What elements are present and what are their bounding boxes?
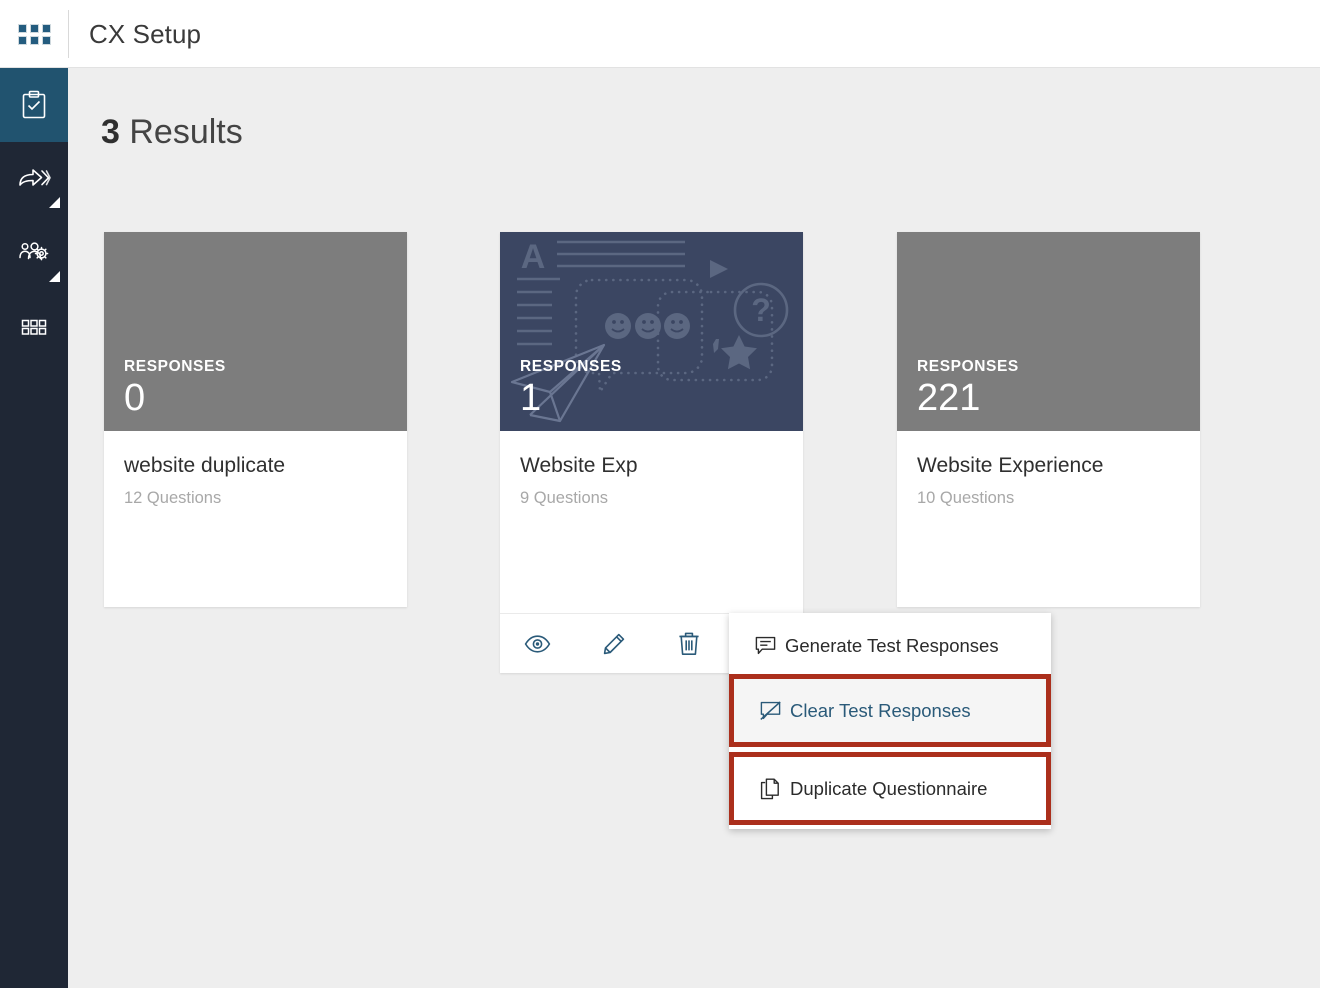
comment-slash-icon: [760, 700, 790, 721]
submenu-indicator-icon: [49, 271, 60, 282]
share-arrow-icon: [17, 166, 51, 192]
sidebar-item-distribution[interactable]: [0, 142, 68, 216]
svg-text:A: A: [521, 238, 546, 276]
card-body: Website Experience 10 Questions: [897, 431, 1200, 508]
submenu-indicator-icon: [49, 197, 60, 208]
clipboard-check-icon: [19, 89, 49, 121]
card-banner-text: RESPONSES 221: [917, 358, 1019, 419]
preview-button[interactable]: [500, 614, 576, 674]
card-banner-text: RESPONSES 0: [124, 358, 226, 419]
card-title: Website Exp: [520, 454, 638, 477]
card-banner: A ? RESPONSES 1: [500, 232, 803, 431]
card-question-count: 9 Questions: [520, 489, 609, 508]
responses-label: RESPONSES: [917, 357, 1019, 375]
card-body: website duplicate 12 Questions: [104, 431, 407, 508]
more-options-menu: Generate Test Responses Clear Test Respo…: [729, 613, 1051, 829]
modules-grid-icon: [19, 316, 49, 338]
trash-icon: [678, 631, 700, 656]
user-settings-icon: [18, 240, 50, 266]
comment-lines-icon: [755, 636, 785, 656]
topbar-bottom-border: [0, 67, 1320, 68]
edit-button[interactable]: [576, 614, 652, 674]
left-navigation: [0, 68, 68, 988]
menu-item-label: Generate Test Responses: [785, 635, 999, 656]
grid-cell: [41, 35, 51, 45]
sidebar-item-modules[interactable]: [0, 290, 68, 364]
card-title: website duplicate: [124, 454, 286, 477]
responses-count: 221: [917, 376, 981, 419]
card-body: Website Exp 9 Questions: [500, 431, 803, 508]
menu-item-label: Clear Test Responses: [790, 699, 971, 721]
card-banner-text: RESPONSES 1: [520, 358, 622, 419]
page-title: CX Setup: [89, 18, 202, 49]
card-banner: RESPONSES 221: [897, 232, 1200, 431]
menu-item-label: Duplicate Questionnaire: [790, 777, 988, 799]
eye-icon: [524, 634, 551, 654]
sidebar-item-administration[interactable]: [0, 216, 68, 290]
apps-launcher-button[interactable]: [0, 0, 68, 68]
card-question-count: 12 Questions: [124, 489, 222, 508]
card-question-count: 10 Questions: [917, 489, 1015, 508]
grid-cell: [41, 23, 51, 33]
main-content: 3 Results RESPONSES 0 website duplicate …: [68, 68, 1320, 988]
questionnaire-card[interactable]: A ? RESPONSES 1 Website Exp 9 Questions: [500, 232, 803, 673]
questionnaire-card[interactable]: RESPONSES 0 website duplicate 12 Questio…: [104, 232, 407, 607]
responses-label: RESPONSES: [520, 357, 622, 375]
pencil-icon: [602, 632, 626, 656]
results-heading: 3 Results: [101, 113, 243, 152]
top-bar: CX Setup: [0, 0, 1320, 68]
responses-count: 0: [124, 376, 146, 419]
delete-button[interactable]: [652, 614, 728, 674]
responses-count: 1: [520, 376, 542, 419]
grid-cell: [17, 35, 27, 45]
results-label: Results: [129, 113, 243, 151]
copy-pages-icon: [760, 778, 790, 800]
sidebar-item-questionnaires[interactable]: [0, 68, 68, 142]
card-banner: RESPONSES 0: [104, 232, 407, 431]
apps-grid-icon: [17, 23, 51, 45]
questionnaire-card[interactable]: RESPONSES 221 Website Experience 10 Ques…: [897, 232, 1200, 607]
svg-text:?: ?: [751, 292, 771, 328]
card-title: Website Experience: [917, 454, 1104, 477]
menu-item-duplicate-questionnaire[interactable]: Duplicate Questionnaire: [729, 752, 1051, 825]
grid-cell: [17, 23, 27, 33]
grid-cell: [29, 23, 39, 33]
menu-item-clear-test-responses[interactable]: Clear Test Responses: [729, 674, 1051, 747]
menu-item-generate-test-responses[interactable]: Generate Test Responses: [729, 618, 1051, 674]
application-window: CX Setup 3 Results RESPONSES 0 website d…: [0, 0, 1320, 988]
grid-cell: [29, 35, 39, 45]
responses-label: RESPONSES: [124, 357, 226, 375]
results-count: 3: [101, 113, 120, 151]
